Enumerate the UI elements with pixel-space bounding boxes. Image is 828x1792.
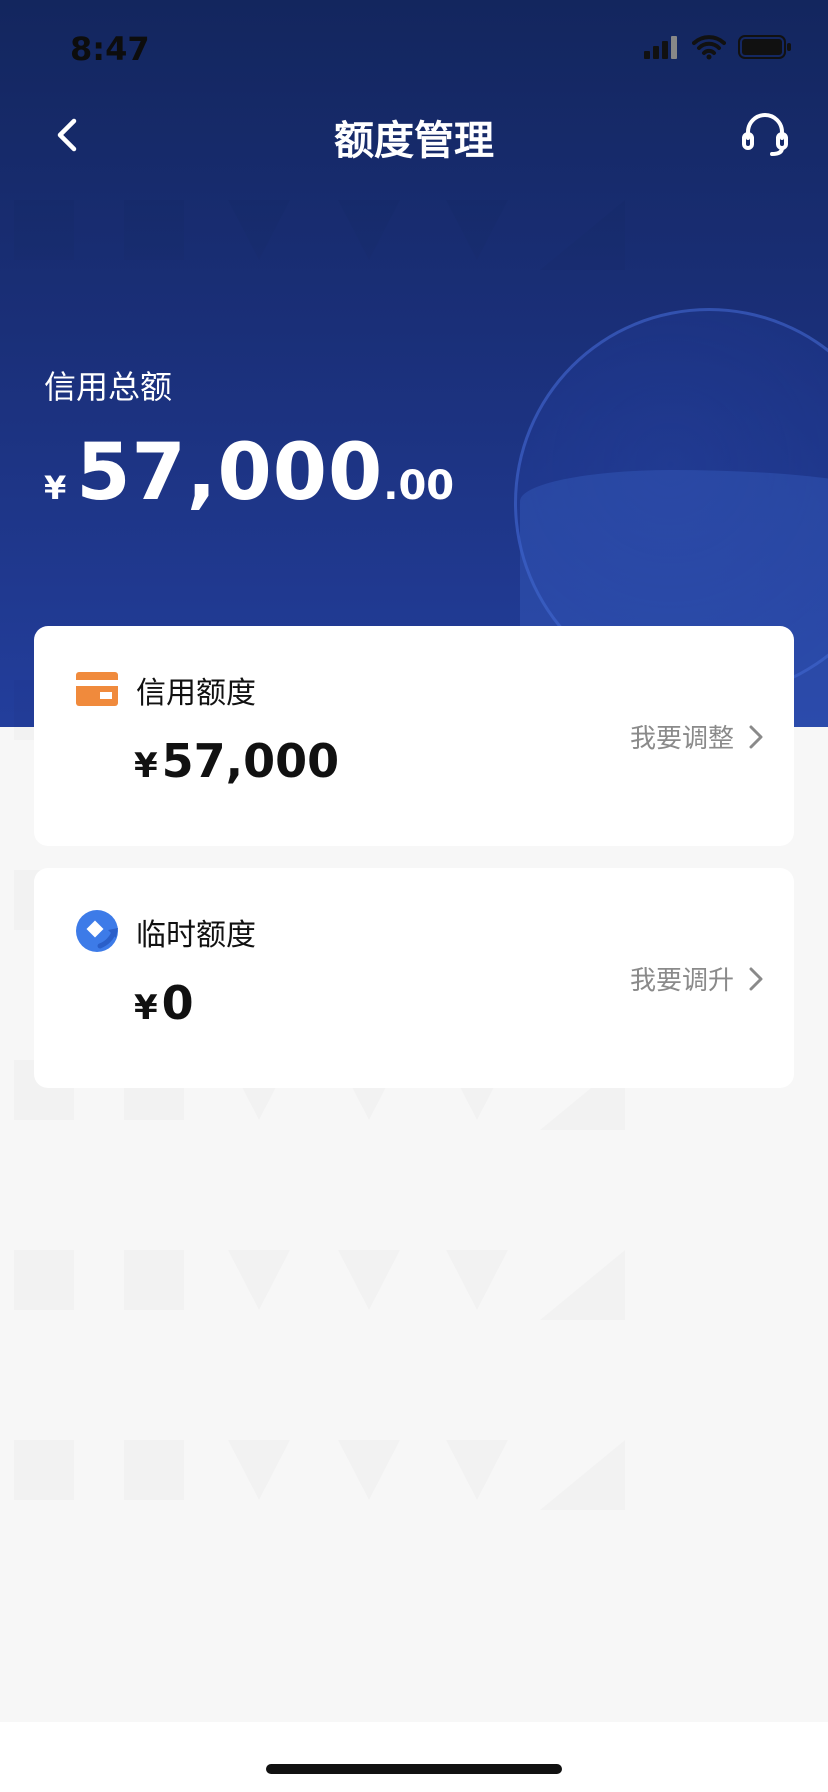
headset-icon (742, 113, 788, 156)
amount-value: 0 (161, 976, 194, 1030)
battery-icon (738, 34, 792, 64)
total-amount-decimal: .00 (383, 463, 455, 509)
action-label: 我要调升 (629, 966, 734, 996)
temporary-limit-card[interactable]: 临时额度 ¥ 0 我要调升 (34, 868, 794, 1088)
wifi-icon (692, 34, 726, 64)
credit-limit-amount: ¥ 57,000 (134, 734, 339, 788)
chevron-right-icon (749, 725, 763, 748)
page-title: 额度管理 (334, 118, 494, 164)
bottom-safe-area (0, 1722, 828, 1792)
nav-bar: 额度管理 (0, 90, 828, 180)
adjust-limit-link[interactable]: 我要调整 (630, 718, 764, 755)
total-credit-amount: ¥ 57,000 .00 (44, 428, 454, 518)
status-bar: 8:47 (0, 0, 828, 100)
currency-symbol: ¥ (134, 988, 158, 1028)
customer-service-button[interactable] (736, 106, 794, 164)
action-label: 我要调整 (629, 724, 734, 754)
raise-limit-link[interactable]: 我要调升 (630, 960, 764, 997)
status-time: 8:47 (70, 30, 150, 68)
chevron-right-icon (749, 967, 763, 990)
signal-icon (644, 35, 680, 63)
card-title: 信用额度 (136, 676, 256, 711)
card-title: 临时额度 (136, 918, 256, 953)
home-indicator[interactable] (266, 1764, 562, 1774)
credit-limit-card[interactable]: 信用额度 ¥ 57,000 我要调整 (34, 626, 794, 846)
total-credit-label: 信用总额 (44, 368, 173, 406)
status-icons (644, 34, 792, 64)
currency-symbol: ¥ (44, 469, 67, 507)
temporary-quota-icon (76, 910, 118, 952)
total-amount-integer: 57,000 (76, 428, 384, 518)
screen: 8:47 额度管理 信用总额 ¥ 57,000 .00 信用额度 ¥ 57,00… (0, 0, 828, 1792)
temporary-limit-amount: ¥ 0 (134, 976, 194, 1030)
currency-symbol: ¥ (134, 746, 158, 786)
credit-card-icon (76, 672, 118, 706)
amount-value: 57,000 (161, 734, 340, 788)
